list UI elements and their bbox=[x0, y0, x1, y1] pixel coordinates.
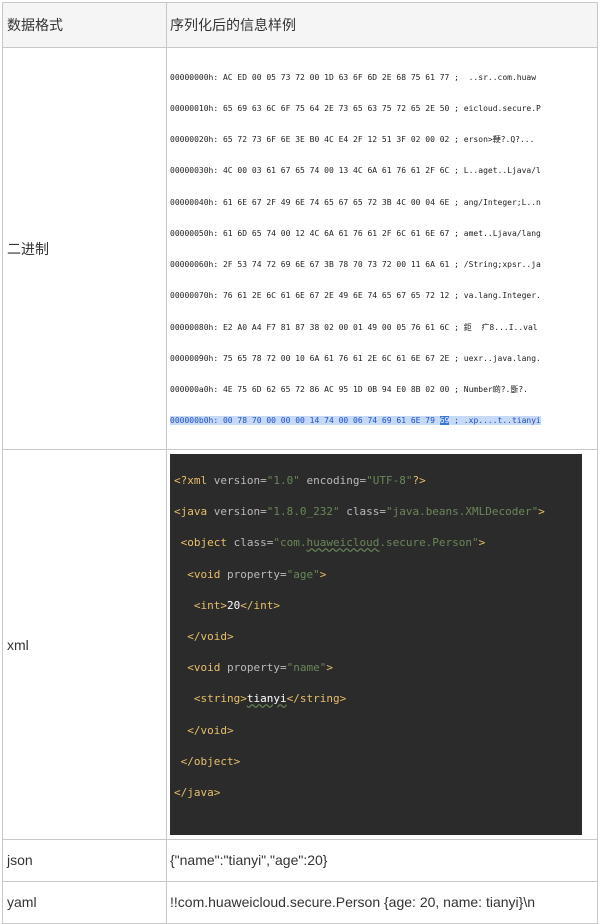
xml-attr: version= bbox=[207, 505, 267, 519]
hex-line: 00000050h: 61 6D 65 74 00 12 4C 6A 61 76… bbox=[170, 228, 541, 238]
hex-line-selected: 000000b0h: 00 78 70 00 00 00 14 74 00 06… bbox=[170, 416, 597, 426]
xml-int-tag: <int> bbox=[193, 598, 227, 612]
binary-label: 二进制 bbox=[2, 46, 167, 451]
code-line: </java> bbox=[170, 785, 582, 801]
json-row: json {"name":"tianyi","age":20} bbox=[2, 838, 598, 882]
xml-value: "name" bbox=[286, 661, 327, 675]
xml-attr: encoding= bbox=[299, 474, 367, 488]
binary-sample-cell: 00000000h: AC ED 00 05 73 72 00 1D 63 6F… bbox=[166, 46, 598, 451]
xml-value-spellcheck: huaweicloud bbox=[306, 536, 380, 550]
yaml-row: yaml !!com.huaweicloud.secure.Person {ag… bbox=[2, 880, 598, 924]
xml-string-close: </string> bbox=[286, 692, 347, 706]
hex-line: 00000080h: E2 A0 A4 F7 81 87 38 02 00 01… bbox=[170, 322, 538, 332]
code-line: </void> bbox=[170, 723, 582, 739]
code-line: </void> bbox=[170, 629, 582, 645]
code-line: <void property="name"> bbox=[170, 660, 582, 676]
xml-tag-close: > bbox=[538, 505, 545, 519]
hex-selected-prefix: 000000b0h: 00 78 70 00 00 00 14 74 00 06… bbox=[170, 416, 440, 426]
hex-line: 00000070h: 76 61 2E 6C 61 6E 67 2E 49 6E… bbox=[170, 291, 541, 301]
xml-attr: class= bbox=[226, 536, 274, 550]
xml-void-tag: <void bbox=[187, 567, 221, 581]
xml-attr: class= bbox=[339, 505, 386, 519]
xml-attr: version= bbox=[207, 474, 267, 488]
xml-decl-close: ?> bbox=[412, 474, 426, 488]
binary-row: 二进制 00000000h: AC ED 00 05 73 72 00 1D 6… bbox=[2, 46, 598, 451]
hex-selected-suffix: ; .xp....t..tianyi bbox=[449, 416, 541, 426]
hex-line: 00000030h: 4C 00 03 61 67 65 74 00 13 4C… bbox=[170, 166, 541, 176]
header-row: 数据格式 序列化后的信息样例 bbox=[2, 2, 598, 48]
xml-code-block: <?xml version="1.0" encoding="UTF-8"?> <… bbox=[170, 454, 582, 835]
hex-cursor-byte: 69 bbox=[439, 416, 450, 426]
hex-line: 00000010h: 65 69 63 6C 6F 75 64 2E 73 65… bbox=[170, 104, 541, 114]
xml-void-end: </void> bbox=[187, 723, 234, 737]
xml-value: "age" bbox=[286, 567, 320, 581]
xml-value: "com. bbox=[273, 536, 307, 550]
xml-java-tag: <java bbox=[174, 505, 208, 519]
hex-line: 00000060h: 2F 53 74 72 69 6E 67 3B 78 70… bbox=[170, 260, 541, 270]
xml-object-tag: <object bbox=[180, 536, 227, 550]
xml-int-value: 20 bbox=[227, 598, 241, 612]
hex-line: 00000040h: 61 6E 67 2F 49 6E 74 65 67 65… bbox=[170, 197, 541, 207]
hex-line: 00000020h: 65 72 73 6F 6E 3E B0 4C E4 2F… bbox=[170, 135, 535, 145]
xml-value: "UTF-8" bbox=[366, 474, 413, 488]
code-line: <object class="com.huaweicloud.secure.Pe… bbox=[170, 535, 582, 551]
xml-sample-cell: <?xml version="1.0" encoding="UTF-8"?> <… bbox=[166, 449, 598, 840]
header-format-cell: 数据格式 bbox=[2, 2, 167, 48]
xml-string-value: tianyi bbox=[246, 692, 287, 706]
xml-java-end: </java> bbox=[174, 785, 221, 799]
hex-dump: 00000000h: AC ED 00 05 73 72 00 1D 63 6F… bbox=[170, 52, 597, 447]
hex-line: 00000090h: 75 65 78 72 00 10 6A 61 76 61… bbox=[170, 353, 541, 363]
xml-void-tag: <void bbox=[187, 661, 221, 675]
xml-value: .secure.Person" bbox=[379, 536, 479, 550]
serialization-formats-table: 数据格式 序列化后的信息样例 二进制 00000000h: AC ED 00 0… bbox=[2, 2, 598, 924]
xml-object-end: </object> bbox=[180, 754, 241, 768]
xml-int-close: </int> bbox=[240, 598, 280, 612]
xml-string-tag: <string> bbox=[193, 692, 247, 706]
xml-tag-close: > bbox=[319, 567, 327, 581]
code-line: <int>20</int> bbox=[170, 598, 582, 614]
header-sample-cell: 序列化后的信息样例 bbox=[166, 2, 598, 48]
code-line: <java version="1.8.0_232" class="java.be… bbox=[170, 504, 582, 520]
xml-value: "java.beans.XMLDecoder" bbox=[385, 505, 539, 519]
yaml-label: yaml bbox=[2, 880, 167, 924]
xml-attr: property= bbox=[220, 567, 287, 581]
hex-line: 000000a0h: 4E 75 6D 62 65 72 86 AC 95 1D… bbox=[170, 385, 528, 394]
code-line: </object> bbox=[170, 754, 582, 770]
yaml-sample: !!com.huaweicloud.secure.Person {age: 20… bbox=[166, 880, 598, 924]
xml-row: xml <?xml version="1.0" encoding="UTF-8"… bbox=[2, 449, 598, 840]
xml-tag-close: > bbox=[326, 661, 333, 675]
xml-tag-close: > bbox=[478, 536, 486, 550]
xml-void-end: </void> bbox=[187, 629, 234, 643]
xml-label: xml bbox=[2, 449, 167, 840]
code-line: <?xml version="1.0" encoding="UTF-8"?> bbox=[170, 473, 582, 489]
xml-attr: property= bbox=[220, 661, 287, 675]
xml-value: "1.8.0_232" bbox=[266, 505, 340, 519]
json-sample: {"name":"tianyi","age":20} bbox=[166, 838, 598, 882]
json-label: json bbox=[2, 838, 167, 882]
xml-value: "1.0" bbox=[266, 474, 300, 488]
hex-line: 00000000h: AC ED 00 05 73 72 00 1D 63 6F… bbox=[170, 72, 537, 82]
code-line: <string>tianyi</string> bbox=[170, 691, 582, 707]
code-line: <void property="age"> bbox=[170, 567, 582, 583]
xml-decl-tag: <?xml bbox=[174, 474, 208, 488]
